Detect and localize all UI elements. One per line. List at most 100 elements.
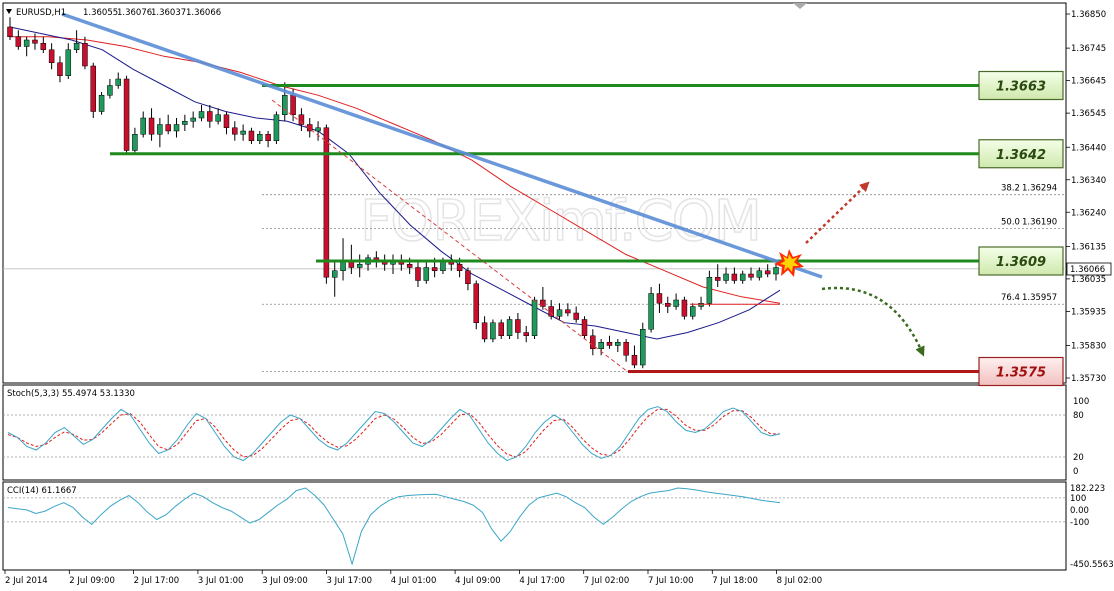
- candle-body: [415, 267, 421, 281]
- candle-body: [706, 277, 713, 304]
- close-value: 1.36066: [186, 8, 221, 18]
- candle-body: [198, 111, 205, 119]
- price-tick-label: 1.36340: [1071, 176, 1106, 186]
- fib-ratio: 76.4: [1001, 293, 1020, 303]
- candle-body: [115, 78, 121, 86]
- stoch-label: Stoch(5,3,3) 55.4974 53.1330: [7, 389, 135, 399]
- candle-body: [756, 270, 763, 278]
- price-tick-label: 1.36545: [1071, 109, 1106, 119]
- cci-tick-label: 0.00: [1070, 506, 1089, 516]
- candle-body: [182, 121, 188, 125]
- candle-body: [190, 117, 196, 122]
- candle-body: [248, 130, 255, 141]
- stoch-tick-label: 0: [1073, 467, 1078, 477]
- time-tick-label: 3 Jul 17:00: [327, 576, 373, 586]
- candle-body: [240, 130, 246, 135]
- candle-body: [82, 43, 88, 67]
- candle-body: [723, 273, 729, 281]
- candle-body: [431, 267, 438, 271]
- candle-body: [323, 127, 330, 278]
- time-tick-label: 7 Jul 10:00: [648, 576, 694, 586]
- candle-body: [148, 117, 155, 135]
- candle-body: [23, 39, 30, 47]
- candle-body: [315, 127, 321, 132]
- candle-body: [32, 39, 38, 44]
- candle-body: [773, 267, 779, 275]
- forex-chart: FOREXimf.COM 38.2 1.3629450.0 1.3619076.4 1…: [2, 2, 1114, 586]
- candle-body: [73, 43, 80, 50]
- price-tick-label: 1.36035: [1071, 275, 1106, 285]
- candle-body: [215, 114, 221, 122]
- candle-body: [331, 270, 338, 278]
- candle-body: [15, 36, 22, 47]
- candle-body: [681, 299, 688, 317]
- candle-body: [598, 342, 604, 349]
- time-tick-label: 4 Jul 17:00: [519, 576, 565, 586]
- candle-body: [490, 322, 496, 340]
- candle-body: [40, 43, 47, 50]
- candle-body: [232, 127, 238, 135]
- cci-tick-label: -450.5563: [1070, 560, 1114, 570]
- level-value: 1.3609: [996, 255, 1046, 270]
- candle-body: [140, 117, 146, 135]
- candle-body: [356, 264, 363, 268]
- cci-tick-label: -100: [1070, 518, 1089, 528]
- candle-body: [498, 322, 504, 336]
- symbol-label: EURUSD,H1: [16, 8, 66, 18]
- candle-body: [132, 134, 138, 151]
- candle-body: [731, 273, 738, 281]
- candle-body: [207, 111, 213, 122]
- candle-body: [456, 264, 463, 271]
- current-price: 1.36066: [1070, 265, 1105, 275]
- candle-body: [531, 299, 538, 336]
- cci-pane: [2, 481, 1067, 571]
- price-tick-label: 1.35935: [1071, 307, 1106, 317]
- current-price-marker: 1.36066: [1066, 262, 1112, 276]
- candle-body: [606, 342, 613, 346]
- time-tick-label: 3 Jul 01:00: [198, 576, 244, 586]
- fib-price: 1.35957: [1022, 293, 1057, 303]
- price-tick-label: 1.35830: [1071, 342, 1106, 352]
- price-tick-label: 1.36240: [1071, 208, 1106, 218]
- candle-body: [739, 273, 746, 281]
- candle-body: [98, 95, 105, 112]
- price-tick-label: 1.36745: [1071, 44, 1106, 54]
- candle-body: [623, 342, 629, 356]
- candle-body: [565, 309, 571, 314]
- candle-body: [631, 355, 638, 366]
- stoch-tick-label: 20: [1073, 453, 1084, 463]
- price-axis: 1.36850 1.36745 1.36645 1.36545 1.36440 1.363…: [1066, 10, 1106, 384]
- candle-body: [90, 65, 97, 112]
- time-tick-label: 7 Jul 02:00: [584, 576, 630, 586]
- candle-body: [465, 270, 471, 284]
- fib-ratio: 50.0: [1001, 218, 1020, 228]
- candle-body: [265, 134, 271, 141]
- candle-body: [165, 124, 171, 132]
- cci-tick-label: 182.223: [1070, 484, 1105, 494]
- candle-body: [640, 329, 646, 366]
- candle-body: [714, 277, 721, 281]
- candle-body: [57, 62, 63, 76]
- candle-body: [423, 267, 430, 281]
- price-tick-label: 1.36645: [1071, 77, 1106, 87]
- candle-body: [581, 319, 588, 336]
- candle-body: [107, 85, 113, 96]
- time-axis: 2 Jul 2014 2 Jul 09:00 2 Jul 17:00 3 Jul 01…: [4, 570, 823, 586]
- candle-body: [406, 264, 413, 268]
- time-tick-label: 3 Jul 09:00: [262, 576, 308, 586]
- candle-body: [273, 114, 280, 141]
- fib-ratio: 38.2: [1001, 184, 1020, 194]
- candle-body: [7, 26, 13, 37]
- price-tick-label: 1.36850: [1071, 10, 1106, 20]
- open-value: 1.36055: [83, 8, 118, 18]
- level-value: 1.3642: [996, 148, 1046, 163]
- price-tick-label: 1.36135: [1071, 242, 1106, 252]
- candle-body: [506, 319, 513, 336]
- watermark: FOREXimf.COM: [360, 189, 760, 254]
- candle-body: [656, 293, 663, 304]
- candle-body: [48, 49, 55, 63]
- time-tick-label: 8 Jul 02:00: [777, 576, 823, 586]
- fib-price: 1.36190: [1022, 218, 1057, 228]
- candle-body: [515, 319, 521, 333]
- fib-price: 1.36294: [1022, 184, 1057, 194]
